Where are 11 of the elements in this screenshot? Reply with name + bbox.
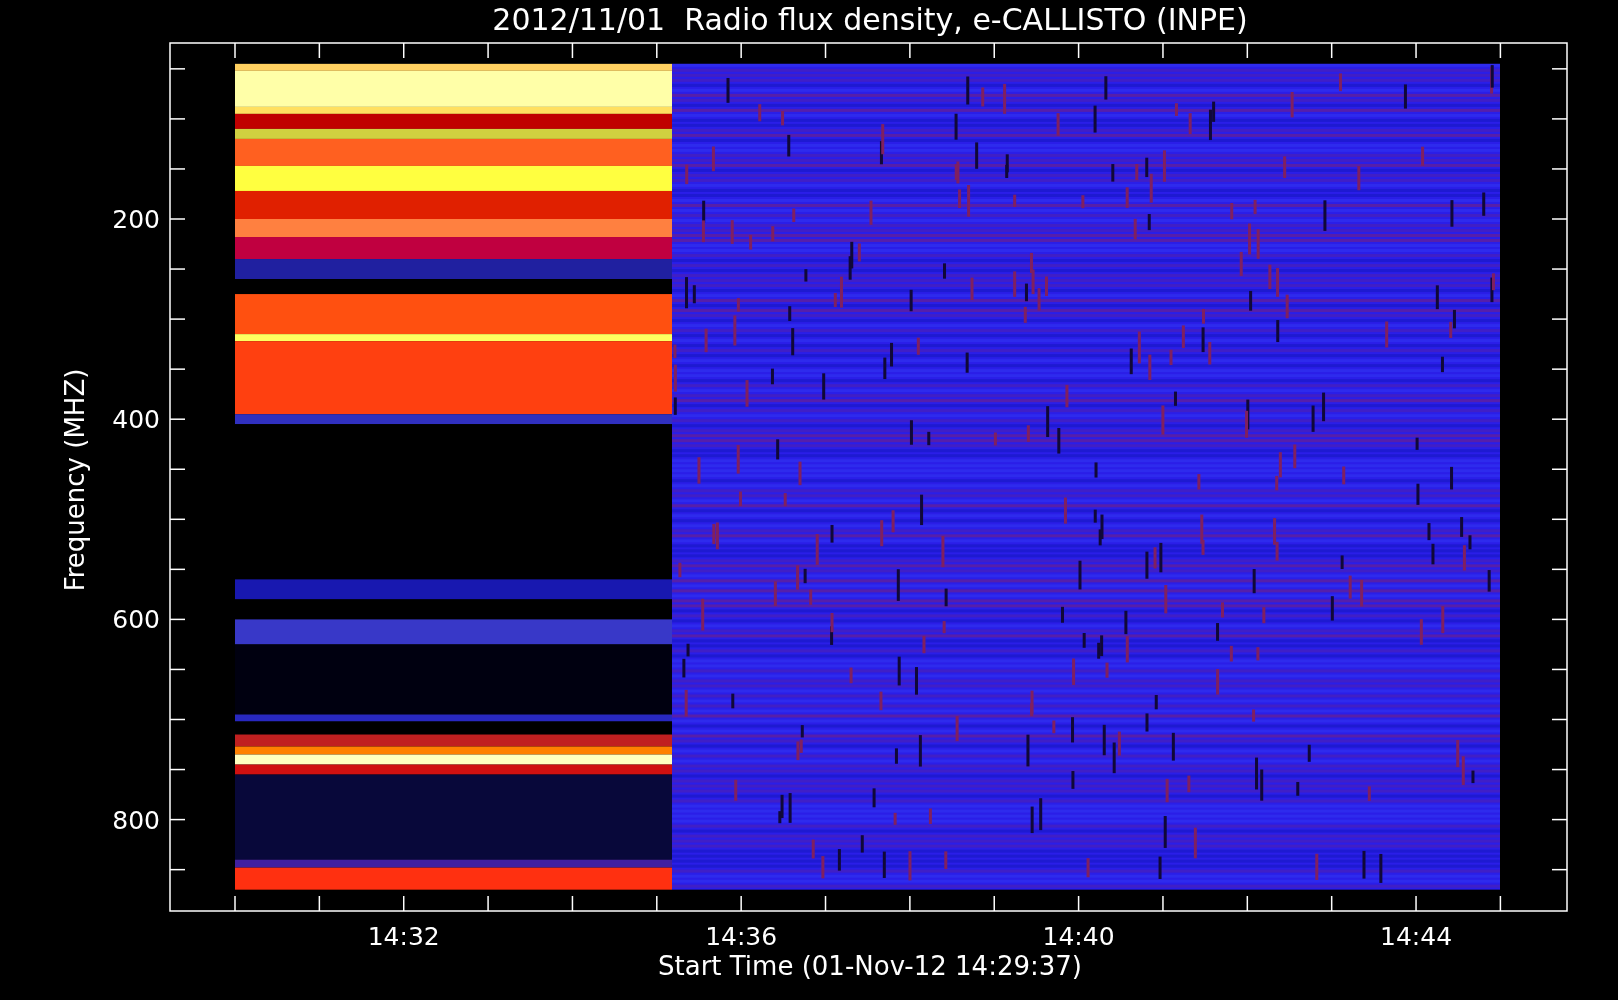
y-tick-label: 600 (112, 605, 160, 635)
y-axis-label: Frequency (MHZ) (60, 368, 90, 592)
x-tick-label: 14:44 (1380, 922, 1453, 951)
x-tick-label: 14:40 (1042, 922, 1115, 951)
x-axis-label: Start Time (01-Nov-12 14:29:37) (658, 951, 1082, 981)
y-tick-label: 200 (112, 205, 160, 234)
chart-title: 2012/11/01 Radio flux density, e-CALLISTO (INPE) (492, 2, 1248, 37)
y-tick-label: 800 (112, 805, 160, 835)
x-tick-label: 14:36 (705, 922, 778, 951)
y-tick-label: 400 (112, 405, 160, 435)
x-tick-label: 14:32 (367, 922, 440, 951)
